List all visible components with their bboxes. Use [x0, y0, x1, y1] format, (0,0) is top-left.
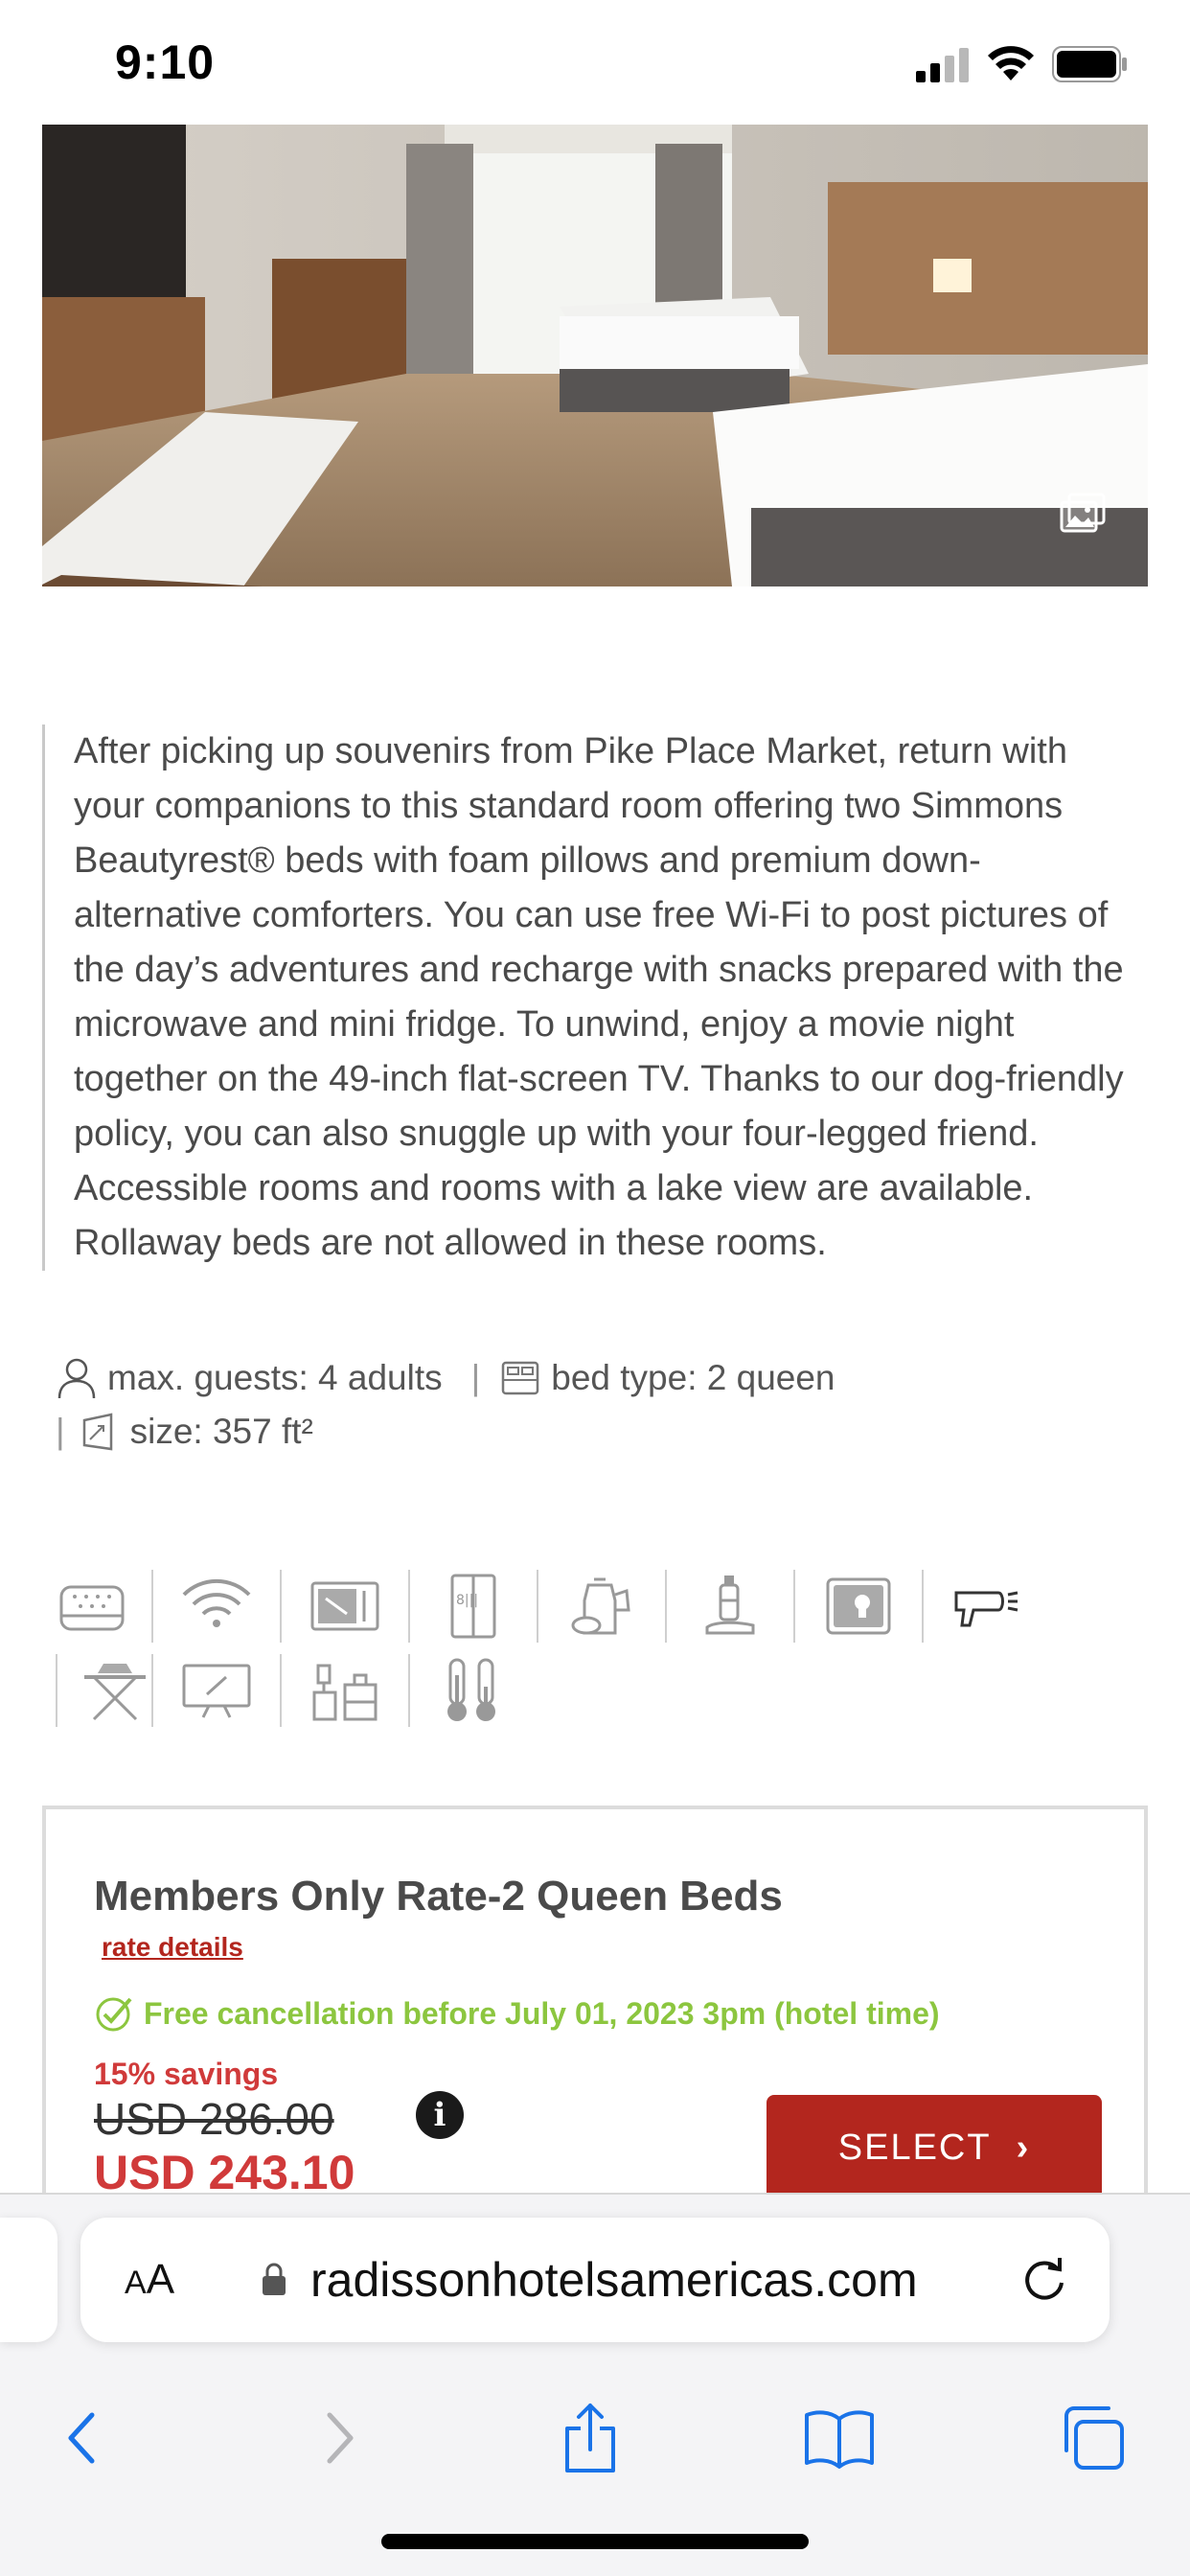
- forward-button[interactable]: [301, 2400, 378, 2476]
- chevron-right-icon: [327, 2412, 354, 2464]
- bed-icon: [502, 1361, 539, 1395]
- thermostat-icon: [408, 1654, 537, 1727]
- spec-divider: |: [470, 1358, 481, 1397]
- select-button[interactable]: SELECT ›: [767, 2095, 1102, 2200]
- tabs-icon: [1064, 2406, 1124, 2470]
- bed-type: bed type: 2 queen: [499, 1357, 835, 1399]
- status-time: 9:10: [115, 35, 216, 89]
- kettle-icon: [537, 1570, 665, 1643]
- reload-icon[interactable]: [1019, 2254, 1069, 2304]
- microwave-icon: [280, 1570, 408, 1643]
- check-circle-icon: [96, 1997, 132, 2032]
- original-price: USD 286.00: [94, 2094, 334, 2144]
- wifi-icon: [988, 46, 1034, 80]
- room-description: After picking up souvenirs from Pike Pla…: [42, 724, 1148, 1271]
- home-indicator[interactable]: [381, 2534, 809, 2549]
- cellular-signal-icon: [916, 48, 970, 82]
- amenity-icons: 8|||: [56, 1564, 1148, 1733]
- bed-type-label: bed type: 2 queen: [551, 1358, 835, 1397]
- reader-settings-button[interactable]: AA: [125, 2256, 174, 2304]
- status-bar: 9:10: [0, 0, 1190, 125]
- browser-chrome: AA radissonhotelsamericas.com: [0, 2193, 1190, 2576]
- rate-title: Members Only Rate-2 Queen Beds: [94, 1873, 783, 1920]
- free-cancellation-text: Free cancellation before July 01, 2023 3…: [144, 1995, 940, 2031]
- room-size-label: size: 357 ft²: [129, 1412, 313, 1451]
- fridge-icon: 8|||: [408, 1570, 537, 1643]
- chevron-left-icon: [68, 2412, 95, 2464]
- person-icon: [57, 1358, 96, 1399]
- previous-tab-bar[interactable]: [0, 2218, 57, 2342]
- room-size: size: 357 ft²: [79, 1411, 313, 1453]
- lock-icon: [263, 2263, 286, 2295]
- savings-label: 15% savings: [94, 2057, 279, 2091]
- back-button[interactable]: [44, 2400, 121, 2476]
- book-icon: [805, 2410, 874, 2469]
- safe-icon: [793, 1570, 922, 1643]
- chevron-right-icon: ›: [1016, 2127, 1031, 2168]
- rate-details-link[interactable]: rate details: [102, 1932, 243, 1963]
- browser-toolbar: [0, 2386, 1190, 2492]
- room-size-icon: [82, 1413, 112, 1451]
- free-cancellation: Free cancellation before July 01, 2023 3…: [94, 1993, 940, 2034]
- url-text: radissonhotelsamericas.com: [310, 2253, 918, 2307]
- iron-icon: [56, 1654, 151, 1727]
- toiletries-icon: [665, 1570, 793, 1643]
- tabs-button[interactable]: [1054, 2400, 1131, 2476]
- svg-text:8|||: 8|||: [456, 1593, 478, 1608]
- mattress-icon: [56, 1570, 151, 1643]
- share-icon: [565, 2404, 615, 2472]
- room-description-text: After picking up souvenirs from Pike Pla…: [74, 731, 1124, 1263]
- tv-icon: [151, 1654, 280, 1727]
- max-guests: max. guests: 4 adults: [56, 1357, 443, 1399]
- spec-divider: |: [56, 1412, 65, 1451]
- wifi-icon: [151, 1570, 280, 1643]
- room-specs: max. guests: 4 adults | bed type: 2 quee…: [56, 1351, 1148, 1459]
- select-button-label: SELECT: [837, 2127, 992, 2168]
- address-bar[interactable]: AA radissonhotelsamericas.com: [80, 2218, 1110, 2342]
- rate-card: Members Only Rate-2 Queen Beds rate deta…: [42, 1806, 1148, 2208]
- battery-icon: [1052, 46, 1127, 82]
- max-guests-label: max. guests: 4 adults: [107, 1358, 443, 1397]
- gallery-icon[interactable]: [1060, 493, 1106, 535]
- desk-icon: [280, 1654, 408, 1727]
- share-button[interactable]: [552, 2400, 629, 2476]
- room-photo[interactable]: [42, 125, 1148, 586]
- hairdryer-icon: [922, 1570, 1050, 1643]
- bookmarks-button[interactable]: [801, 2400, 878, 2476]
- info-icon[interactable]: i: [416, 2091, 464, 2139]
